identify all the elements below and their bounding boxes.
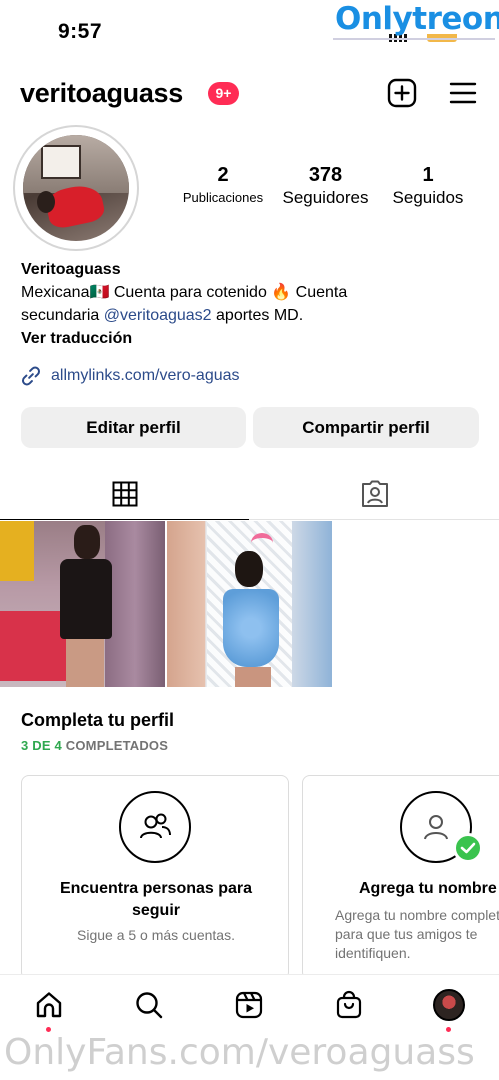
watermark-underline: [333, 38, 495, 40]
card-add-name-desc: Agrega tu nombre completo para que tus a…: [335, 907, 499, 961]
stat-posts-label: Publicaciones: [182, 190, 264, 205]
tab-tagged[interactable]: [250, 468, 499, 520]
menu-button[interactable]: [446, 76, 480, 110]
stat-posts[interactable]: 2 Publicaciones: [176, 163, 270, 209]
watermark-top-part2: treon: [412, 1, 499, 37]
tagged-person-icon: [361, 480, 388, 507]
bio-line-1: Mexicana🇲🇽 Cuenta para cotenido 🔥 Cuenta: [21, 284, 348, 301]
bio-link[interactable]: allmylinks.com/vero-aguas: [20, 364, 240, 388]
profile-avatar-icon: [433, 989, 465, 1021]
progress-rest: COMPLETADOS: [61, 738, 169, 753]
home-icon: [36, 992, 62, 1018]
create-button[interactable]: [385, 76, 419, 110]
complete-profile-section: Completa tu perfil 3 DE 4 COMPLETADOS: [21, 708, 174, 753]
bio-line-2-post: aportes MD.: [211, 307, 304, 324]
stat-following-label: Seguidos: [392, 188, 464, 207]
card-find-people[interactable]: Encuentra personas para seguir Sigue a 5…: [21, 775, 289, 980]
stat-following[interactable]: 1 Seguidos: [386, 163, 470, 209]
card-icon-circle: [119, 791, 191, 863]
post-thumbnail[interactable]: [0, 521, 165, 687]
nav-home[interactable]: [31, 987, 67, 1023]
watermark-top: Onlytreon: [333, 1, 499, 40]
bio-mention-link[interactable]: @veritoaguas2: [104, 307, 212, 324]
watermark-top-part1: Only: [335, 1, 413, 37]
profile-avatar[interactable]: [13, 125, 139, 251]
progress-done: 3 DE 4: [21, 738, 62, 753]
stat-followers-label: Seguidores: [282, 188, 369, 207]
share-profile-button[interactable]: Compartir perfil: [253, 407, 479, 448]
stat-followers[interactable]: 378 Seguidores: [277, 163, 374, 209]
stat-posts-value: 2: [217, 164, 229, 186]
profile-tabs: [0, 468, 499, 520]
card-add-name[interactable]: Agrega tu nombre Agrega tu nombre comple…: [302, 775, 499, 980]
username-switcher[interactable]: veritoaguass: [20, 78, 183, 109]
bottom-nav: [0, 974, 499, 1032]
status-time: 9:57: [58, 20, 103, 43]
shopping-bag-icon: [336, 990, 362, 1019]
hamburger-icon: [449, 82, 477, 104]
edit-profile-button[interactable]: Editar perfil: [21, 407, 246, 448]
notifications-badge[interactable]: 9+: [208, 82, 239, 105]
search-icon: [136, 992, 163, 1019]
profile-bio: Veritoaguass Mexicana🇲🇽 Cuenta para cote…: [21, 258, 491, 350]
avatar-photo: [23, 135, 129, 241]
nav-shop[interactable]: [331, 987, 367, 1023]
check-icon: [453, 833, 483, 863]
see-translation-button[interactable]: Ver traducción: [21, 327, 491, 350]
bio-line-2: secundaria @veritoaguas2 aportes MD.: [21, 304, 491, 327]
nav-search[interactable]: [131, 987, 167, 1023]
people-icon: [140, 813, 171, 839]
card-add-name-title: Agrega tu nombre: [359, 880, 497, 897]
stat-followers-value: 378: [308, 164, 343, 186]
display-name: Veritoaguass: [21, 261, 121, 278]
status-bar: 9:57 Onlytreon: [0, 0, 499, 64]
person-icon: [424, 815, 448, 840]
stat-following-value: 1: [422, 164, 434, 186]
bio-link-text[interactable]: allmylinks.com/vero-aguas: [51, 367, 240, 385]
card-find-people-title: Encuentra personas para seguir: [59, 880, 253, 919]
reels-icon: [235, 991, 263, 1019]
plus-square-icon: [387, 78, 417, 108]
complete-profile-progress: 3 DE 4 COMPLETADOS: [21, 738, 174, 753]
profile-stats: 2 Publicaciones 378 Seguidores 1 Seguido…: [168, 163, 488, 213]
posts-grid: [0, 521, 499, 687]
nav-profile[interactable]: [431, 987, 467, 1023]
nav-reels[interactable]: [231, 987, 267, 1023]
card-find-people-desc: Sigue a 5 o más cuentas.: [77, 927, 235, 943]
grid-icon: [112, 481, 137, 506]
tab-posts-grid[interactable]: [0, 468, 249, 520]
complete-profile-title: Completa tu perfil: [21, 710, 175, 730]
profile-header: veritoaguass 9+: [0, 70, 499, 116]
link-icon: [21, 366, 41, 386]
post-thumbnail[interactable]: [167, 521, 332, 687]
bio-line-2-pre: secundaria: [21, 307, 104, 324]
watermark-bottom: OnlyFans.com/veroaguass: [4, 1032, 475, 1073]
